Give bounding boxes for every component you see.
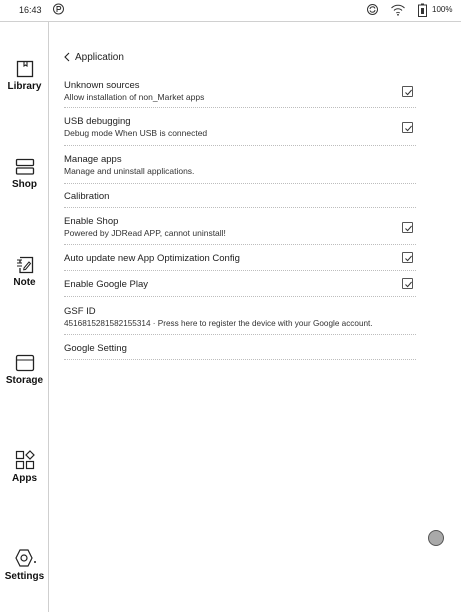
setting-usb-debugging[interactable]: USB debugging Debug mode When USB is con… <box>64 108 416 146</box>
google-play-checkbox[interactable] <box>402 278 413 289</box>
back-button[interactable]: Application <box>64 48 416 66</box>
setting-title: Enable Shop <box>64 216 119 227</box>
status-bar: 16:43 100% <box>0 0 461 22</box>
storage-icon <box>15 354 34 372</box>
setting-title: Google Setting <box>64 343 127 354</box>
status-time: 16:43 <box>19 5 42 15</box>
setting-title: GSF ID <box>64 306 96 317</box>
sidebar-item-label: Apps <box>12 473 37 484</box>
auto-update-checkbox[interactable] <box>402 252 413 263</box>
setting-title: Manage apps <box>64 154 122 165</box>
setting-subtitle: Debug mode When USB is connected <box>64 128 208 138</box>
setting-subtitle: Manage and uninstall applications. <box>64 166 195 176</box>
sidebar-item-label: Storage <box>5 375 44 386</box>
setting-unknown-sources[interactable]: Unknown sources Allow installation of no… <box>64 78 416 108</box>
setting-enable-google-play[interactable]: Enable Google Play <box>64 271 416 297</box>
checkmark-icon <box>405 255 412 262</box>
sidebar-item-label: Note <box>13 277 36 288</box>
enable-shop-checkbox[interactable] <box>402 222 413 233</box>
setting-auto-update-config[interactable]: Auto update new App Optimization Config <box>64 245 416 271</box>
setting-calibration[interactable]: Calibration <box>64 184 416 208</box>
floating-ball-button[interactable] <box>428 530 444 546</box>
sidebar-item-library[interactable]: Library <box>0 60 49 92</box>
checkmark-icon <box>405 89 412 96</box>
setting-manage-apps[interactable]: Manage apps Manage and uninstall applica… <box>64 146 416 184</box>
sidebar-item-label: Shop <box>12 179 37 190</box>
sidebar-item-settings[interactable]: Settings <box>0 548 49 582</box>
sidebar-item-storage[interactable]: Storage <box>0 354 49 386</box>
setting-enable-shop[interactable]: Enable Shop Powered by JDRead APP, canno… <box>64 208 416 245</box>
sidebar-item-label: Library <box>7 81 42 92</box>
chevron-left-icon <box>64 52 70 62</box>
usb-debugging-checkbox[interactable] <box>402 122 413 133</box>
wifi-icon <box>391 4 405 16</box>
sidebar-item-note[interactable]: Note <box>0 256 49 288</box>
checkmark-icon <box>405 125 412 132</box>
checkmark-icon <box>405 225 412 232</box>
battery-icon <box>418 3 427 17</box>
sidebar-item-apps[interactable]: Apps <box>0 450 49 484</box>
setting-subtitle: Allow installation of non_Market apps <box>64 92 205 102</box>
settings-icon <box>14 549 36 567</box>
setting-title: Unknown sources <box>64 80 140 91</box>
shop-icon <box>15 158 34 175</box>
battery-level: 100% <box>432 5 453 14</box>
book-icon <box>16 60 33 78</box>
p-icon <box>53 3 64 15</box>
setting-title: Calibration <box>64 191 110 202</box>
sidebar-item-label: Settings <box>4 571 45 582</box>
setting-subtitle: 4516815281582155314 · Press here to regi… <box>64 319 373 328</box>
setting-google-setting[interactable]: Google Setting <box>64 335 416 360</box>
page-title: Application <box>75 51 124 63</box>
apps-icon <box>15 450 35 470</box>
sync-icon <box>367 4 378 15</box>
sidebar-item-shop[interactable]: Shop <box>0 158 49 190</box>
setting-title: Enable Google Play <box>64 279 148 290</box>
checkmark-icon <box>405 281 412 288</box>
setting-title: Auto update new App Optimization Config <box>64 253 240 264</box>
setting-title: USB debugging <box>64 116 131 127</box>
setting-subtitle: Powered by JDRead APP, cannot uninstall! <box>64 228 226 238</box>
settings-panel: Application Unknown sources Allow instal… <box>64 48 416 360</box>
note-icon <box>16 256 33 274</box>
unknown-sources-checkbox[interactable] <box>402 86 413 97</box>
sidebar: Library Shop Note Storage Apps Settings <box>0 22 49 612</box>
setting-gsf-id[interactable]: GSF ID 4516815281582155314 · Press here … <box>64 297 416 335</box>
